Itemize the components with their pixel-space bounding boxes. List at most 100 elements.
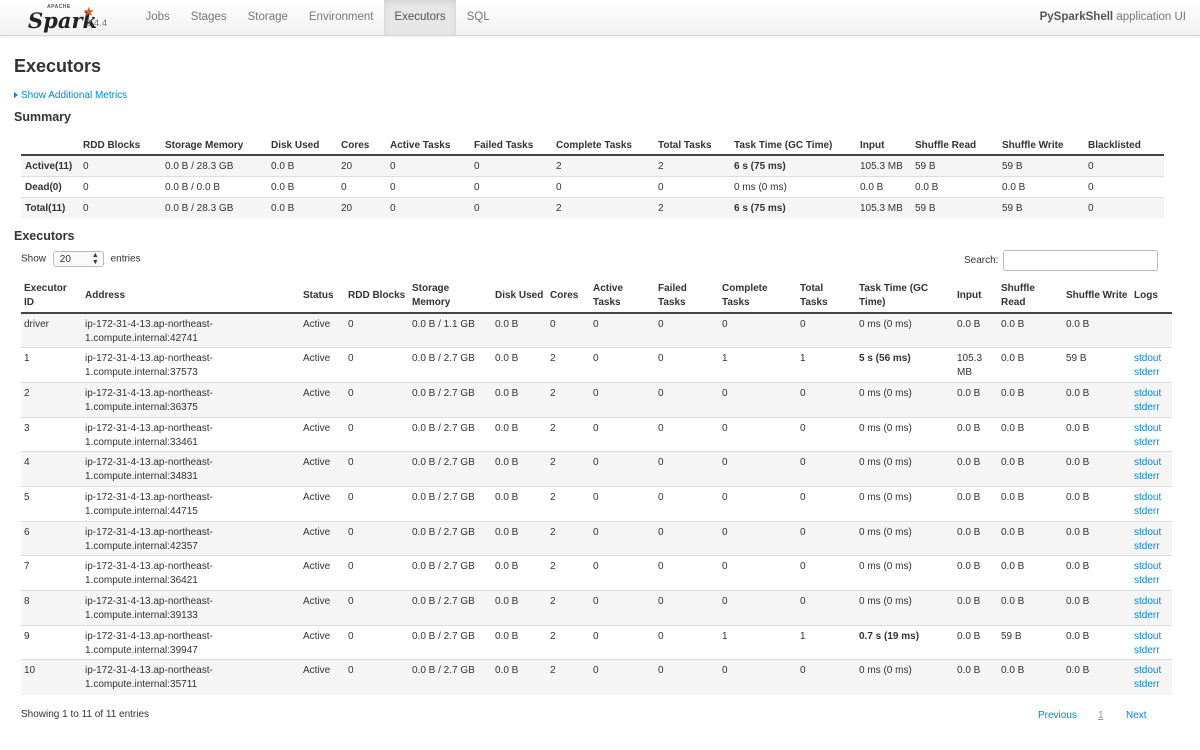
- summary-cell: 0.0 B: [267, 197, 337, 218]
- nav-tab-storage[interactable]: Storage: [237, 0, 298, 35]
- executor-cell-failed: 0: [655, 451, 719, 487]
- stdout-link[interactable]: stdout: [1134, 595, 1169, 609]
- search-input[interactable]: [1003, 250, 1158, 271]
- executor-cell-id: 2: [21, 381, 82, 418]
- stderr-link[interactable]: stderr: [1134, 436, 1169, 450]
- stdout-link[interactable]: stdout: [1134, 456, 1169, 470]
- spark-logo[interactable]: APACHE Spark ★ 2.4.4: [28, 3, 118, 33]
- summary-column-header[interactable]: Task Time (GC Time): [730, 136, 856, 156]
- summary-column-header[interactable]: Shuffle Write: [998, 136, 1084, 156]
- summary-cell: 2: [654, 154, 730, 177]
- executor-cell-failed: 0: [655, 347, 719, 383]
- executors-column-header[interactable]: Disk Used: [492, 280, 547, 314]
- executor-cell-cores: 2: [547, 520, 590, 556]
- summary-column-header[interactable]: RDD Blocks: [79, 136, 161, 156]
- stdout-link[interactable]: stdout: [1134, 560, 1169, 574]
- executor-cell-logs: stdout stderr: [1131, 485, 1172, 522]
- stderr-link[interactable]: stderr: [1134, 644, 1169, 658]
- summary-column-header[interactable]: [21, 136, 79, 156]
- executors-column-header[interactable]: Task Time (GC Time): [856, 280, 954, 314]
- executor-cell-status: Active: [300, 347, 345, 383]
- page-size-control: Show 20 ▲ ▼ entries: [21, 251, 141, 267]
- summary-column-header[interactable]: Complete Tasks: [552, 136, 654, 156]
- summary-cell: 2: [654, 197, 730, 218]
- executor-cell-cores: 2: [547, 347, 590, 383]
- nav-tab-executors[interactable]: Executors: [383, 0, 457, 35]
- summary-column-header[interactable]: Disk Used: [267, 136, 337, 156]
- executors-column-header[interactable]: RDD Blocks: [345, 280, 409, 314]
- executor-row: 7 ip-172-31-4-13.ap-northeast-1.compute.i…: [21, 555, 1172, 591]
- summary-column-header[interactable]: Cores: [337, 136, 386, 156]
- executors-column-header[interactable]: Shuffle Write: [1063, 280, 1131, 314]
- executors-column-header[interactable]: Total Tasks: [797, 280, 856, 314]
- executors-column-header[interactable]: Executor ID: [21, 280, 82, 314]
- executor-cell-shuffle-read: 0.0 B: [998, 555, 1063, 591]
- executor-cell-failed: 0: [655, 659, 719, 695]
- summary-column-header[interactable]: Total Tasks: [654, 136, 730, 156]
- executors-column-header[interactable]: Failed Tasks: [655, 280, 719, 314]
- summary-column-header[interactable]: Failed Tasks: [470, 136, 552, 156]
- summary-column-header[interactable]: Shuffle Read: [911, 136, 998, 156]
- search-label: Search:: [964, 255, 999, 266]
- stderr-link[interactable]: stderr: [1134, 505, 1169, 519]
- previous-page-button[interactable]: Previous: [1038, 710, 1077, 721]
- summary-column-header[interactable]: Active Tasks: [386, 136, 470, 156]
- stdout-link[interactable]: stdout: [1134, 387, 1169, 401]
- show-additional-metrics-link[interactable]: Show Additional Metrics: [14, 90, 127, 101]
- current-page-button[interactable]: 1: [1098, 710, 1104, 721]
- nav-tab-jobs[interactable]: Jobs: [135, 0, 180, 35]
- executors-column-header[interactable]: Shuffle Read: [998, 280, 1063, 314]
- executor-cell-task-time: 0 ms (0 ms): [856, 416, 954, 452]
- executors-column-header[interactable]: Input: [954, 280, 998, 314]
- nav-tab-stages[interactable]: Stages: [180, 0, 237, 35]
- stderr-link[interactable]: stderr: [1134, 540, 1169, 554]
- executor-cell-input: 0.0 B: [954, 590, 998, 626]
- summary-cell: 2: [552, 197, 654, 218]
- stdout-link[interactable]: stdout: [1134, 352, 1169, 366]
- executor-cell-input: 0.0 B: [954, 312, 998, 348]
- executor-cell-complete: 0: [719, 451, 797, 487]
- executor-cell-status: Active: [300, 451, 345, 487]
- nav-tab-sql[interactable]: SQL: [456, 0, 500, 35]
- stderr-link[interactable]: stderr: [1134, 574, 1169, 588]
- stderr-link[interactable]: stderr: [1134, 678, 1169, 692]
- stderr-link[interactable]: stderr: [1134, 609, 1169, 623]
- executors-column-header[interactable]: Storage Memory: [409, 280, 492, 314]
- stdout-link[interactable]: stdout: [1134, 630, 1169, 644]
- executor-cell-storage: 0.0 B / 2.7 GB: [409, 381, 492, 418]
- executors-column-header[interactable]: Address: [82, 280, 300, 314]
- summary-cell: 20: [337, 197, 386, 218]
- stdout-link[interactable]: stdout: [1134, 491, 1169, 505]
- page-size-select[interactable]: 20 ▲ ▼: [52, 251, 104, 267]
- executors-column-header[interactable]: Logs: [1131, 280, 1172, 314]
- summary-cell: 0: [654, 176, 730, 198]
- stderr-link[interactable]: stderr: [1134, 366, 1169, 380]
- summary-column-header[interactable]: Input: [856, 136, 911, 156]
- nav-tab-environment[interactable]: Environment: [298, 0, 384, 35]
- executor-cell-complete: 0: [719, 659, 797, 695]
- stdout-link[interactable]: stdout: [1134, 526, 1169, 540]
- summary-column-header[interactable]: Blacklisted: [1084, 136, 1164, 156]
- stderr-link[interactable]: stderr: [1134, 401, 1169, 415]
- executor-cell-task-time: 0 ms (0 ms): [856, 555, 954, 591]
- stdout-link[interactable]: stdout: [1134, 422, 1169, 436]
- executors-column-header[interactable]: Status: [300, 280, 345, 314]
- summary-cell: 0: [79, 154, 161, 177]
- next-page-button[interactable]: Next: [1126, 710, 1147, 721]
- executor-cell-total: 0: [797, 416, 856, 452]
- stderr-link[interactable]: stderr: [1134, 470, 1169, 484]
- stdout-link[interactable]: stdout: [1134, 664, 1169, 678]
- executor-cell-logs: stdout stderr: [1131, 624, 1172, 660]
- executors-column-header[interactable]: Cores: [547, 280, 590, 314]
- additional-metrics-label: Show Additional Metrics: [21, 90, 128, 101]
- executor-cell-shuffle-write: 59 B: [1063, 347, 1131, 383]
- executor-cell-address: ip-172-31-4-13.ap-northeast-1.compute.in…: [82, 520, 300, 556]
- summary-table: RDD Blocks Storage Memory Disk Used Cores Ac…: [21, 136, 1164, 218]
- executors-column-header[interactable]: Active Tasks: [590, 280, 655, 314]
- summary-column-header[interactable]: Storage Memory: [161, 136, 267, 156]
- summary-cell: 0: [1084, 197, 1164, 218]
- executors-column-header[interactable]: Complete Tasks: [719, 280, 797, 314]
- executor-cell-failed: 0: [655, 312, 719, 348]
- executor-cell-logs: stdout stderr: [1131, 659, 1172, 695]
- executor-cell-cores: 2: [547, 659, 590, 695]
